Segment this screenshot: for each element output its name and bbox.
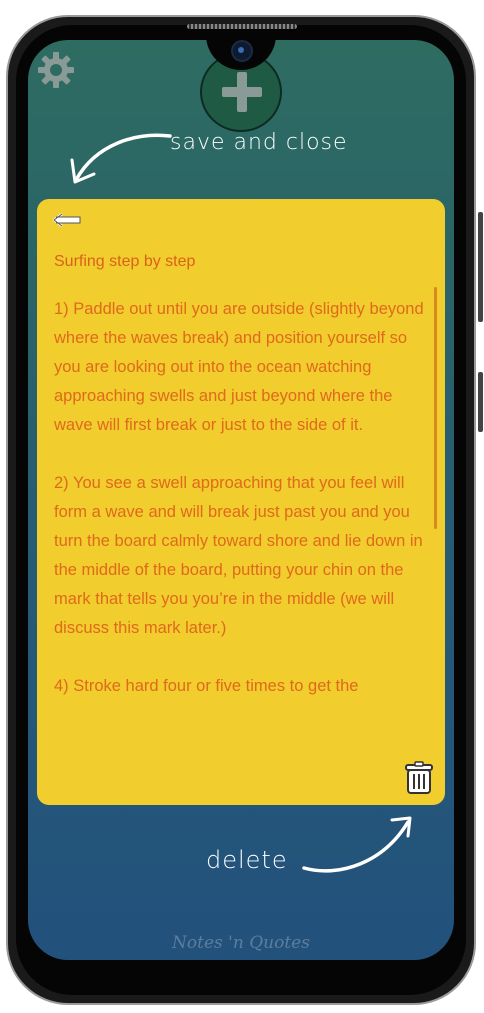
delete-hint-arrow: [302, 816, 412, 873]
note-body[interactable]: 1) Paddle out until you are outside (sli…: [54, 295, 426, 751]
trash-icon[interactable]: [404, 761, 434, 795]
delete-hint: delete: [206, 846, 288, 874]
gear-icon[interactable]: [36, 50, 76, 90]
note-scrollbar[interactable]: [434, 287, 437, 529]
note-card[interactable]: Surfing step by step 1) Paddle out until…: [37, 199, 445, 805]
power-button: [478, 372, 483, 432]
note-paragraph: 4) Stroke hard four or five times to get…: [54, 677, 359, 695]
save-hint-arrow: [70, 133, 172, 184]
volume-button: [478, 212, 483, 322]
app-screen: save and close Surfing step by step 1) P…: [28, 40, 454, 960]
note-title[interactable]: Surfing step by step: [54, 253, 195, 271]
back-arrow-icon[interactable]: [52, 211, 82, 229]
plus-icon: [222, 72, 262, 112]
speaker-grille: [187, 24, 297, 29]
note-paragraph: 1) Paddle out until you are outside (sli…: [54, 300, 424, 434]
front-camera: [231, 40, 253, 62]
save-and-close-hint: save and close: [170, 130, 348, 155]
app-brand: Notes 'n Quotes: [172, 933, 310, 953]
note-paragraph: 2) You see a swell approaching that you …: [54, 474, 423, 637]
